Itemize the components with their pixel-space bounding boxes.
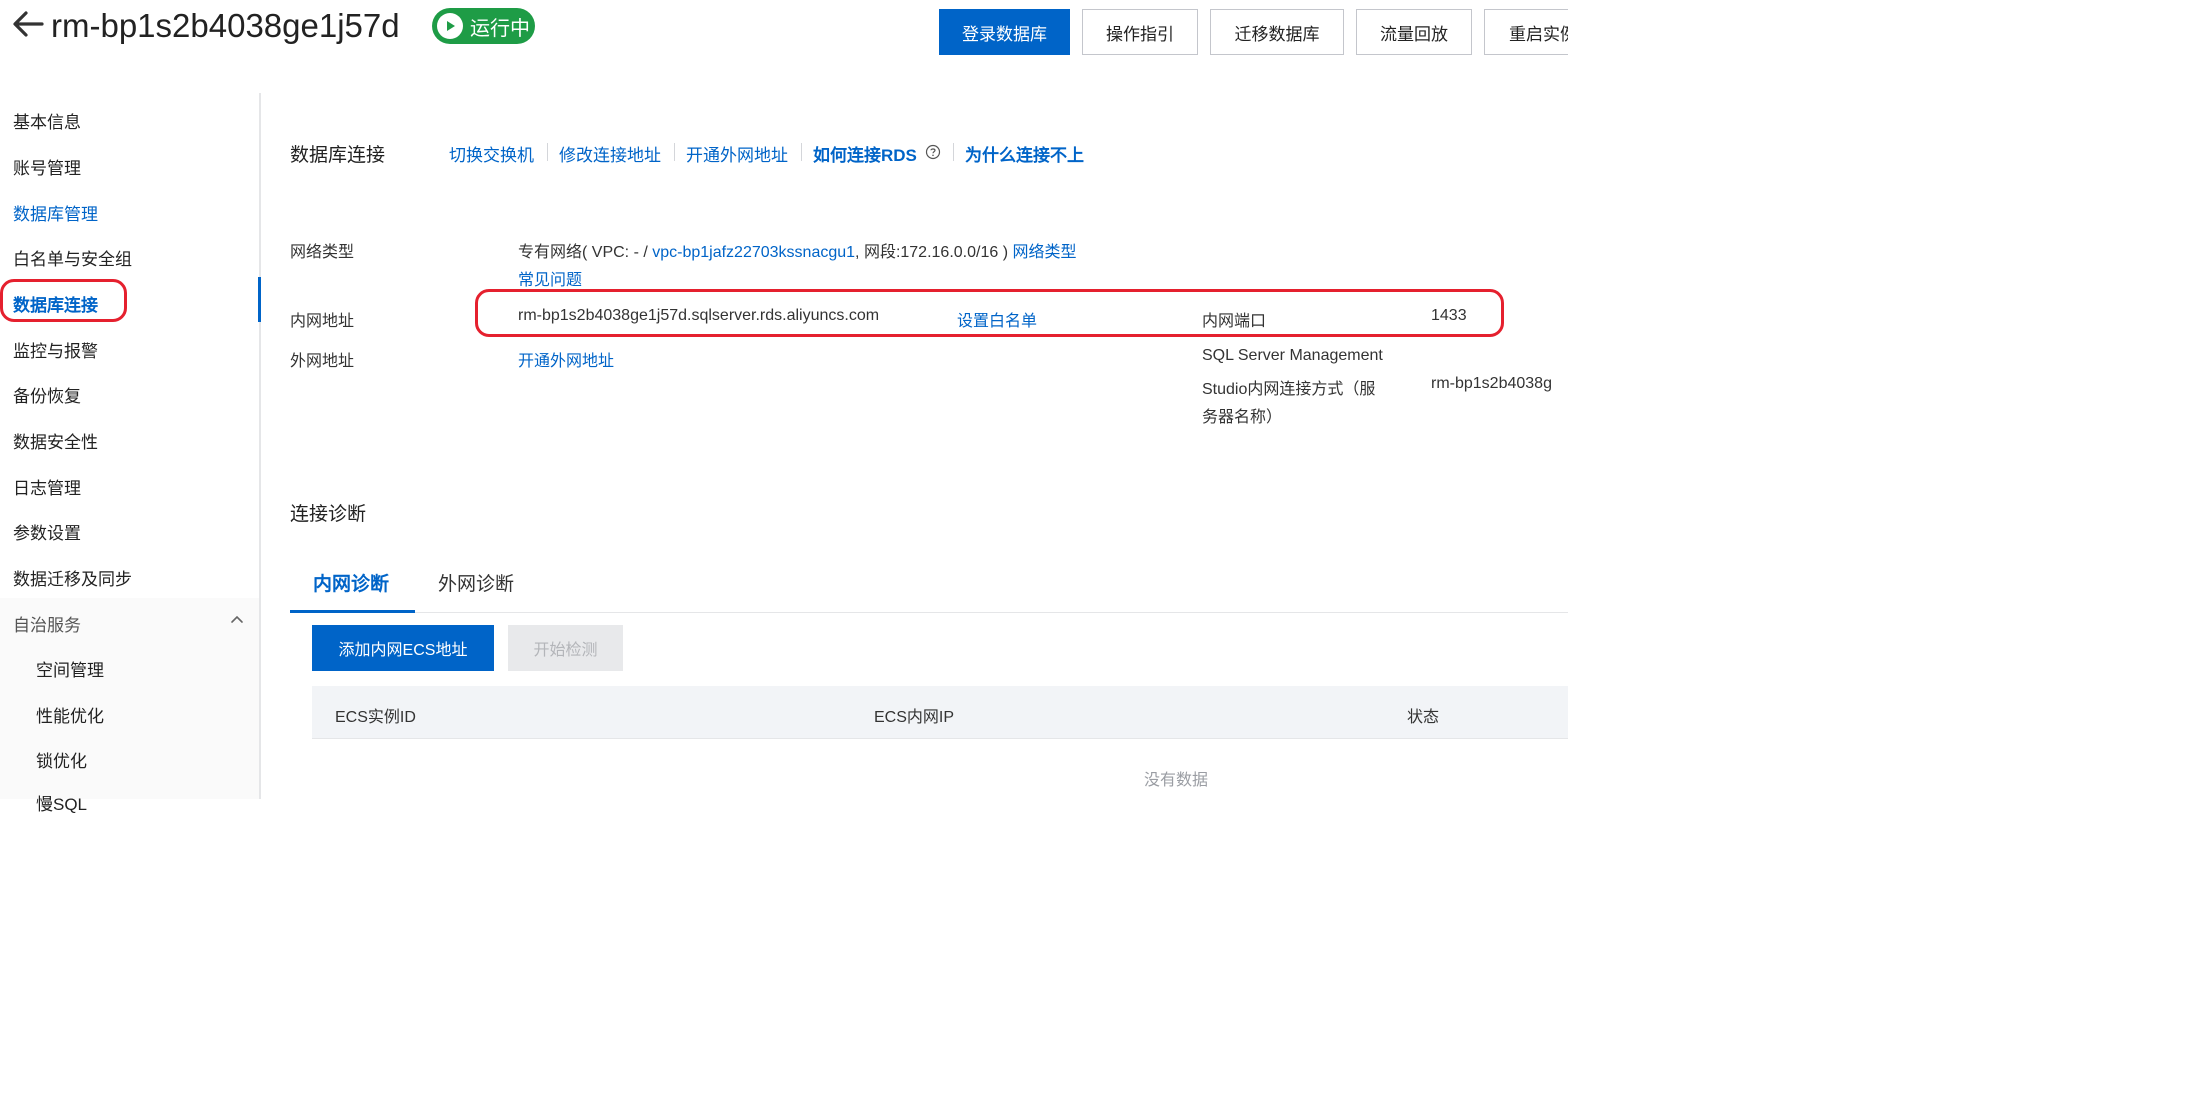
sidebar-item-basic-info[interactable]: 基本信息 [13,108,81,133]
empty-table-text: 没有数据 [1144,766,1208,790]
diagnosis-title: 连接诊断 [290,499,366,526]
add-ecs-address-button[interactable]: 添加内网ECS地址 [312,625,494,671]
tab-intranet-diagnosis[interactable]: 内网诊断 [313,569,389,596]
network-type-value: 专有网络( VPC: - / vpc-bp1jafz22703kssnacgu1… [518,238,1077,262]
sidebar-item-performance[interactable]: 性能优化 [36,702,104,727]
help-icon[interactable] [925,144,941,160]
sidebar-divider [259,93,261,799]
status-text: 运行中 [470,12,530,41]
network-faq-link[interactable]: 常见问题 [518,266,582,290]
why-cannot-connect-link[interactable]: 为什么连接不上 [965,141,1084,166]
tab-internet-diagnosis[interactable]: 外网诊断 [438,569,514,596]
sidebar-active-indicator [258,277,261,322]
network-type-label: 网络类型 [290,238,354,262]
chevron-up-icon[interactable] [229,613,245,625]
switch-vswitch-link[interactable]: 切换交换机 [449,141,534,166]
network-segment: , 网段:172.16.0.0/16 ) [855,244,1012,261]
sidebar-item-whitelist[interactable]: 白名单与安全组 [13,245,132,270]
sidebar-item-accounts[interactable]: 账号管理 [13,154,81,179]
column-ecs-instance-id: ECS实例ID [335,703,416,727]
column-status: 状态 [1407,703,1439,727]
ssms-label-line2: Studio内网连接方式（服 [1202,375,1375,399]
sidebar-group-autonomy[interactable]: 自治服务 [13,611,81,636]
tab-bar-line [290,612,1568,613]
sidebar-item-locks[interactable]: 锁优化 [36,747,87,772]
highlight-ring-sidebar [0,279,127,322]
restart-instance-button[interactable]: 重启实例 [1484,9,1568,55]
internet-address-label: 外网地址 [290,347,354,371]
login-db-button[interactable]: 登录数据库 [939,9,1070,55]
sidebar-item-parameters[interactable]: 参数设置 [13,519,81,544]
sidebar-item-logs[interactable]: 日志管理 [13,474,81,499]
intranet-address-label: 内网地址 [290,307,354,331]
migrate-db-button[interactable]: 迁移数据库 [1210,9,1344,55]
sidebar-item-monitoring[interactable]: 监控与报警 [13,337,98,362]
back-arrow-icon[interactable] [10,6,46,42]
play-icon [437,13,463,39]
open-public-address-link[interactable]: 开通外网地址 [686,141,788,166]
link-separator [953,143,954,161]
column-ecs-intranet-ip: ECS内网IP [874,703,954,727]
sidebar-item-security[interactable]: 数据安全性 [13,428,98,453]
open-internet-address-link[interactable]: 开通外网地址 [518,347,614,371]
db-connection-title: 数据库连接 [290,140,385,167]
start-check-button[interactable]: 开始检测 [508,625,623,671]
guide-button[interactable]: 操作指引 [1082,9,1198,55]
network-type-faq-link[interactable]: 网络类型 [1012,244,1076,261]
highlight-ring-intranet [475,289,1504,337]
how-to-connect-link[interactable]: 如何连接RDS [813,141,917,166]
link-separator [674,143,675,161]
sidebar-item-slow-sql[interactable]: 慢SQL [36,790,87,815]
link-separator [801,143,802,161]
sidebar-item-space[interactable]: 空间管理 [36,656,104,681]
network-type-prefix: 专有网络( VPC: - / [518,244,652,261]
tab-active-indicator [290,610,415,613]
status-badge: 运行中 [432,8,535,44]
sidebar-item-databases[interactable]: 数据库管理 [13,200,98,225]
modify-address-link[interactable]: 修改连接地址 [559,141,661,166]
ssms-label-line1: SQL Server Management [1202,347,1383,365]
link-separator [547,143,548,161]
traffic-replay-button[interactable]: 流量回放 [1356,9,1472,55]
vpc-id-link[interactable]: vpc-bp1jafz22703kssnacgu1 [652,244,855,261]
ssms-label-line3: 务器名称） [1202,403,1282,427]
sidebar-item-backup[interactable]: 备份恢复 [13,382,81,407]
sidebar-item-migration[interactable]: 数据迁移及同步 [13,565,132,590]
instance-title: rm-bp1s2b4038ge1j57d [51,4,400,48]
ssms-server-name-value: rm-bp1s2b4038g [1431,375,1552,393]
